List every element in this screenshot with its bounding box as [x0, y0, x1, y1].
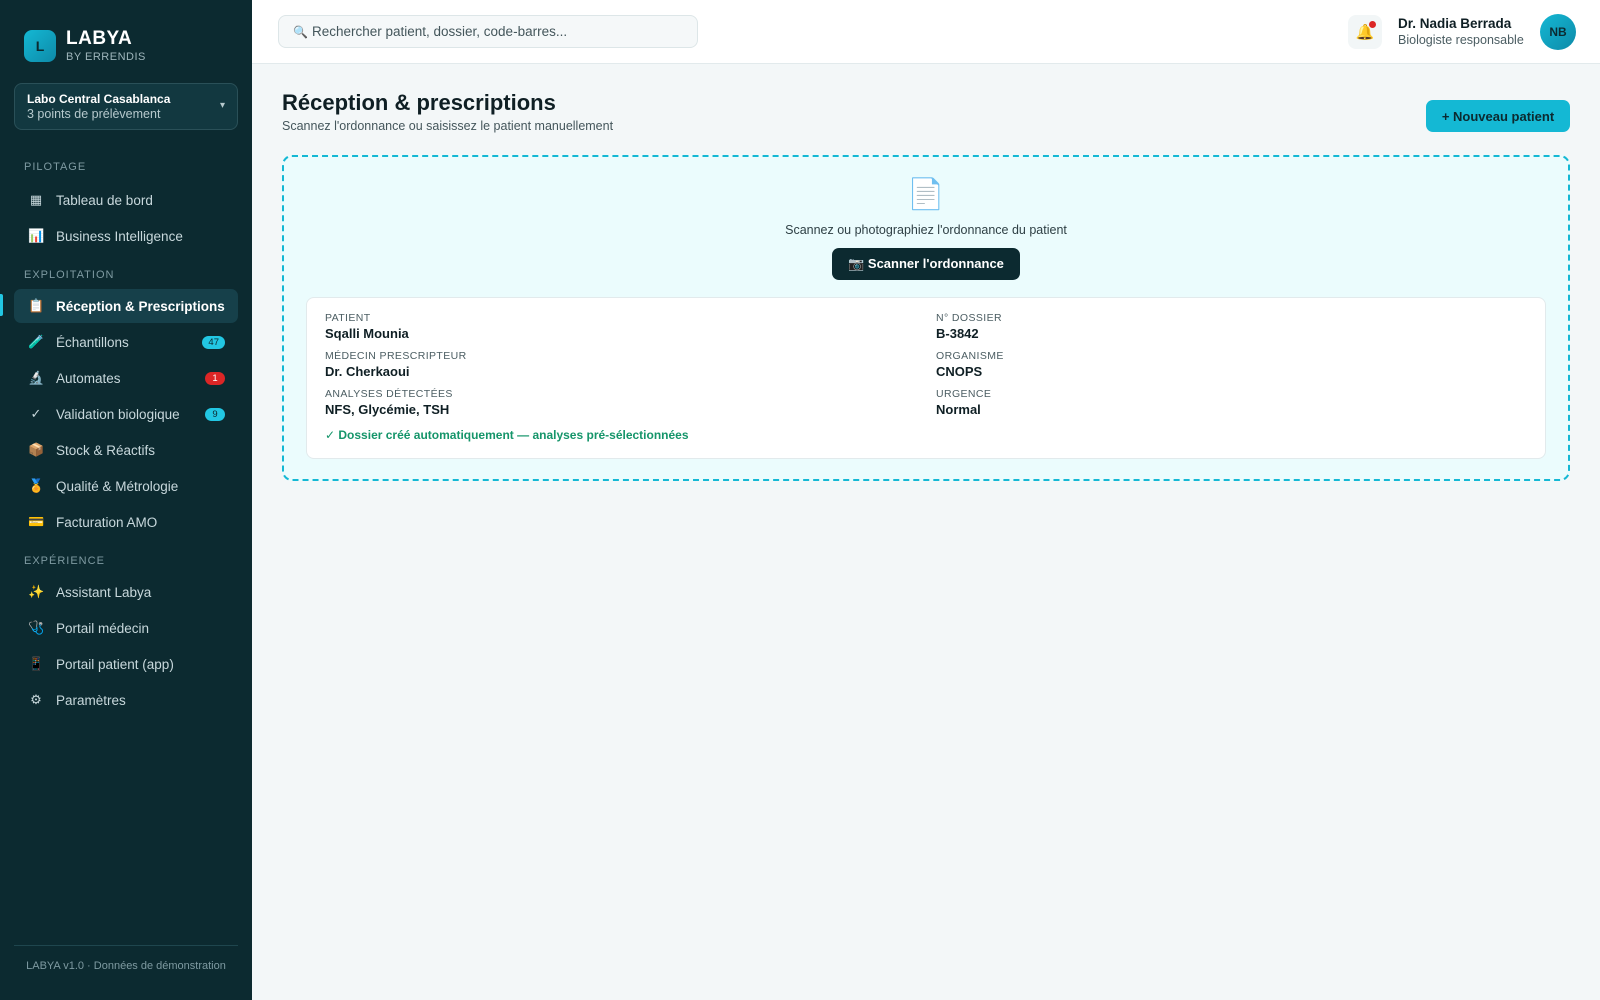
new-patient-button[interactable]: + Nouveau patient	[1426, 100, 1570, 132]
document-icon: 📄	[907, 178, 945, 211]
sidebar-item-label: Échantillons	[56, 334, 129, 350]
user-name: Dr. Nadia Berrada	[1398, 16, 1512, 31]
sidebar-item-facturation[interactable]: 💳 Facturation AMO	[14, 505, 238, 539]
lab-selector[interactable]: Labo Central Casablanca 3 points de prél…	[14, 83, 238, 130]
test-tube-icon: 🧪	[28, 334, 45, 349]
topbar: 🔍 Rechercher patient, dossier, code-barr…	[252, 0, 1600, 64]
active-indicator	[0, 294, 3, 316]
notifications-button[interactable]: 🔔	[1348, 15, 1382, 49]
prescription-dropzone[interactable]: 📄 Scannez ou photographiez l'ordonnance …	[282, 155, 1570, 481]
lab-subtitle: 3 points de prélèvement	[27, 107, 161, 121]
medal-icon: 🏅	[28, 478, 45, 493]
sidebar-item-validation[interactable]: ✓ Validation biologique 9	[14, 397, 238, 431]
field-dossier: N° DOSSIER B-3842	[936, 312, 1002, 342]
count-badge: 9	[205, 408, 225, 421]
sidebar-item-label: Stock & Réactifs	[56, 442, 156, 458]
sidebar-item-label: Tableau de bord	[56, 192, 153, 208]
brand-name: LABYA	[66, 28, 133, 49]
field-label: MÉDECIN PRESCRIPTEUR	[325, 350, 467, 362]
sparkles-icon: ✨	[28, 584, 45, 599]
section-title-pilotage: PILOTAGE	[24, 161, 87, 173]
notification-dot	[1369, 21, 1376, 28]
sidebar-item-assistant[interactable]: ✨ Assistant Labya	[14, 575, 238, 609]
checkmark-icon: ✓	[30, 406, 42, 421]
bar-chart-icon: 📊	[28, 228, 45, 243]
sidebar-item-label: Paramètres	[56, 692, 126, 708]
user-role: Biologiste responsable	[1398, 33, 1524, 47]
field-medecin: MÉDECIN PRESCRIPTEUR Dr. Cherkaoui	[325, 350, 467, 380]
sidebar-item-business-intelligence[interactable]: 📊 Business Intelligence	[14, 219, 238, 253]
avatar[interactable]: NB	[1540, 14, 1576, 50]
field-label: ORGANISME	[936, 350, 1004, 362]
package-icon: 📦	[28, 442, 45, 457]
sidebar-item-label: Automates	[56, 370, 121, 386]
sidebar-item-label: Business Intelligence	[56, 228, 183, 244]
count-badge: 47	[202, 336, 225, 349]
clipboard-icon: 📋	[28, 298, 45, 313]
lab-name: Labo Central Casablanca	[27, 92, 171, 106]
stethoscope-icon: 🩺	[28, 620, 45, 635]
page-title: Réception & prescriptions	[282, 90, 556, 115]
sidebar-item-stock[interactable]: 📦 Stock & Réactifs	[14, 433, 238, 467]
sidebar-item-label: Qualité & Métrologie	[56, 478, 179, 494]
brand[interactable]: L LABYA BY ERRENDIS	[24, 28, 146, 64]
field-label: ANALYSES DÉTECTÉES	[325, 388, 453, 400]
scan-result-card: PATIENT Sqalli Mounia N° DOSSIER B-3842 …	[306, 297, 1546, 459]
sidebar-item-label: Portail médecin	[56, 620, 150, 636]
field-label: N° DOSSIER	[936, 312, 1002, 324]
dashboard-grid-icon: ▦	[29, 192, 43, 207]
field-patient: PATIENT Sqalli Mounia	[325, 312, 409, 342]
search-icon: 🔍	[293, 24, 308, 39]
success-message: ✓ Dossier créé automatiquement — analyse…	[325, 428, 689, 442]
user-info[interactable]: Dr. Nadia Berrada Biologiste responsable	[1398, 16, 1524, 48]
field-value: Normal	[936, 402, 981, 417]
sidebar-item-label: Facturation AMO	[56, 514, 158, 530]
sidebar-footer: LABYA v1.0 · Données de démonstration	[14, 945, 238, 972]
sidebar-item-portail-medecin[interactable]: 🩺 Portail médecin	[14, 611, 238, 645]
section-title-experience: EXPÉRIENCE	[24, 555, 105, 567]
sidebar-item-label: Réception & Prescriptions	[56, 298, 225, 314]
sidebar-item-echantillons[interactable]: 🧪 Échantillons 47	[14, 325, 238, 359]
field-value: Sqalli Mounia	[325, 326, 409, 341]
sidebar-item-automates[interactable]: 🔬 Automates 1	[14, 361, 238, 395]
dropzone-instruction: Scannez ou photographiez l'ordonnance du…	[785, 223, 1067, 237]
sidebar-item-qualite[interactable]: 🏅 Qualité & Métrologie	[14, 469, 238, 503]
alert-badge: 1	[205, 372, 225, 385]
page-subtitle: Scannez l'ordonnance ou saisissez le pat…	[282, 119, 614, 133]
sidebar-item-reception[interactable]: 📋 Réception & Prescriptions	[14, 289, 238, 323]
field-analyses: ANALYSES DÉTECTÉES NFS, Glycémie, TSH	[325, 388, 453, 418]
search-placeholder: Rechercher patient, dossier, code-barres…	[311, 24, 568, 39]
sidebar-item-label: Portail patient (app)	[56, 656, 174, 672]
credit-card-icon: 💳	[28, 514, 45, 529]
field-label: URGENCE	[936, 388, 992, 400]
sidebar-item-label: Assistant Labya	[56, 584, 152, 600]
chevron-down-icon: ▾	[219, 100, 225, 111]
field-value: Dr. Cherkaoui	[325, 364, 410, 379]
field-value: CNOPS	[936, 364, 983, 379]
brand-logo: L	[24, 30, 56, 62]
search-input[interactable]: 🔍 Rechercher patient, dossier, code-barr…	[278, 15, 698, 48]
field-organisme: ORGANISME CNOPS	[936, 350, 1004, 380]
microscope-icon: 🔬	[28, 370, 45, 385]
sidebar: L LABYA BY ERRENDIS Labo Central Casabla…	[0, 0, 252, 1000]
sidebar-item-portail-patient[interactable]: 📱 Portail patient (app)	[14, 647, 238, 681]
sidebar-item-label: Validation biologique	[56, 406, 180, 422]
brand-subtitle: BY ERRENDIS	[66, 51, 146, 63]
gear-icon: ⚙	[30, 692, 42, 707]
field-value: B-3842	[936, 326, 979, 341]
field-urgence: URGENCE Normal	[936, 388, 991, 418]
sidebar-item-tableau-de-bord[interactable]: ▦ Tableau de bord	[14, 183, 238, 217]
field-label: PATIENT	[325, 312, 371, 324]
field-value: NFS, Glycémie, TSH	[325, 402, 450, 417]
section-title-exploitation: EXPLOITATION	[24, 269, 115, 281]
mobile-phone-icon: 📱	[28, 656, 45, 671]
scan-prescription-button[interactable]: 📷 Scanner l'ordonnance	[832, 248, 1020, 280]
sidebar-item-parametres[interactable]: ⚙ Paramètres	[14, 683, 238, 717]
